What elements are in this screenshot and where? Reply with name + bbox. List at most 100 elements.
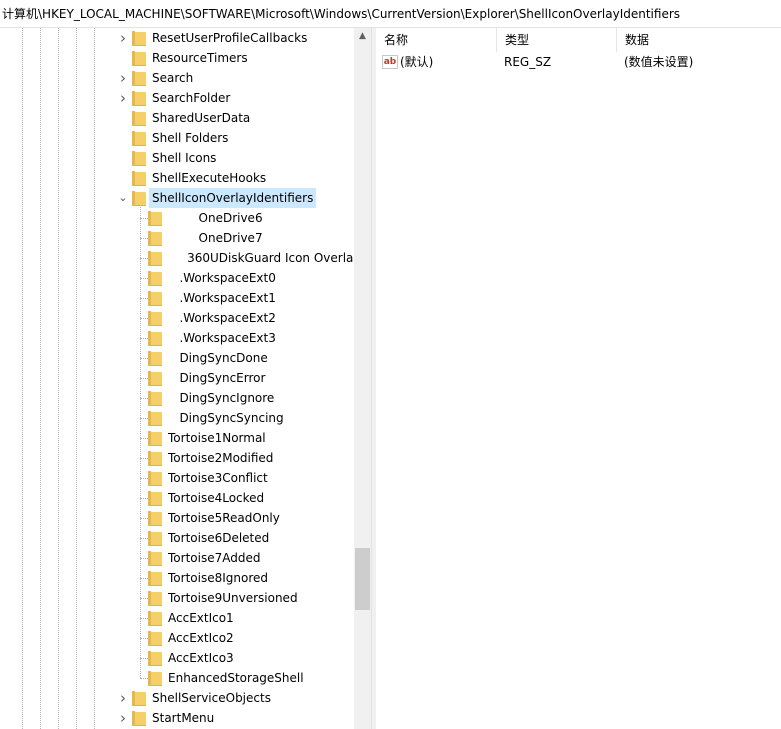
folder-icon bbox=[132, 71, 146, 86]
tree-item[interactable]: .WorkspaceExt1 bbox=[0, 288, 354, 308]
scroll-up-arrow-icon[interactable]: ▲ bbox=[354, 28, 371, 45]
folder-icon bbox=[148, 651, 162, 666]
tree-item[interactable]: OneDrive7 bbox=[0, 228, 354, 248]
tree-item-label: Tortoise7Added bbox=[168, 551, 261, 565]
tree-item-label: ShellServiceObjects bbox=[152, 691, 271, 705]
tree-item-label: Shell Folders bbox=[152, 131, 229, 145]
tree-item-label: SearchFolder bbox=[152, 91, 231, 105]
tree-item[interactable]: DingSyncError bbox=[0, 368, 354, 388]
tree-scrollbar-thumb[interactable] bbox=[355, 548, 370, 610]
tree-item[interactable]: Tortoise3Conflict bbox=[0, 468, 354, 488]
address-path: 计算机\HKEY_LOCAL_MACHINE\SOFTWARE\Microsof… bbox=[2, 7, 681, 21]
tree-item-label: .WorkspaceExt2 bbox=[168, 311, 276, 325]
tree-connector bbox=[140, 438, 148, 439]
folder-icon bbox=[148, 531, 162, 546]
tree-item-label: Tortoise9Unversioned bbox=[168, 591, 298, 605]
tree-item[interactable]: › SearchFolder bbox=[0, 88, 354, 108]
tree-item-label: ShellExecuteHooks bbox=[152, 171, 267, 185]
chevron-down-icon[interactable]: ⌄ bbox=[117, 192, 129, 204]
tree-connector bbox=[140, 398, 148, 399]
tree-connector bbox=[140, 558, 148, 559]
tree-item[interactable]: › ShellServiceObjects bbox=[0, 688, 354, 708]
tree-item-label: Search bbox=[152, 71, 194, 85]
tree-item-label: Tortoise4Locked bbox=[168, 491, 265, 505]
folder-icon bbox=[148, 511, 162, 526]
folder-icon bbox=[148, 371, 162, 386]
tree-item[interactable]: ⌄ ShellIconOverlayIdentifiers bbox=[0, 188, 354, 208]
tree-item[interactable]: › ResetUserProfileCallbacks bbox=[0, 28, 354, 48]
column-header-name[interactable]: 名称 bbox=[376, 28, 497, 52]
tree-item[interactable]: EnhancedStorageShell bbox=[0, 668, 354, 688]
tree-item[interactable]: Tortoise7Added bbox=[0, 548, 354, 568]
tree-connector bbox=[140, 578, 148, 579]
tree-item[interactable]: SharedUserData bbox=[0, 108, 354, 128]
tree-item-label: DingSyncError bbox=[168, 371, 266, 385]
tree-item[interactable]: ResourceTimers bbox=[0, 48, 354, 68]
chevron-right-icon[interactable]: › bbox=[117, 71, 129, 86]
tree-item[interactable]: OneDrive6 bbox=[0, 208, 354, 228]
chevron-right-icon[interactable]: › bbox=[117, 91, 129, 106]
tree-item-label: AccExtIco2 bbox=[168, 631, 234, 645]
tree-item[interactable]: Tortoise8Ignored bbox=[0, 568, 354, 588]
folder-icon bbox=[148, 391, 162, 406]
registry-key-tree[interactable]: › ResetUserProfileCallbacks ResourceTimers… bbox=[0, 28, 371, 729]
chevron-right-icon[interactable]: › bbox=[117, 711, 129, 726]
tree-item[interactable]: ShellExecuteHooks bbox=[0, 168, 354, 188]
folder-icon bbox=[132, 691, 146, 706]
address-bar[interactable]: 计算机\HKEY_LOCAL_MACHINE\SOFTWARE\Microsof… bbox=[0, 0, 781, 28]
tree-item-label: Tortoise8Ignored bbox=[168, 571, 268, 585]
folder-icon bbox=[148, 611, 162, 626]
tree-item-label: Tortoise5ReadOnly bbox=[168, 511, 280, 525]
tree-item-label: EnhancedStorageShell bbox=[168, 671, 304, 685]
folder-icon bbox=[148, 211, 162, 226]
tree-item[interactable]: Tortoise2Modified bbox=[0, 448, 354, 468]
tree-item[interactable]: DingSyncIgnore bbox=[0, 388, 354, 408]
folder-icon bbox=[148, 491, 162, 506]
folder-icon bbox=[148, 331, 162, 346]
tree-item[interactable]: Tortoise6Deleted bbox=[0, 528, 354, 548]
tree-item-label: 360UDiskGuard Icon Overla bbox=[168, 251, 354, 265]
tree-connector bbox=[140, 478, 148, 479]
tree-item[interactable]: Shell Folders bbox=[0, 128, 354, 148]
tree-item[interactable]: AccExtIco3 bbox=[0, 648, 354, 668]
tree-item[interactable]: › StartMenu bbox=[0, 708, 354, 728]
tree-connector bbox=[140, 378, 148, 379]
folder-icon bbox=[148, 471, 162, 486]
tree-item[interactable]: DingSyncSyncing bbox=[0, 408, 354, 428]
tree-scrollbar[interactable] bbox=[354, 28, 371, 729]
tree-item[interactable]: Shell Icons bbox=[0, 148, 354, 168]
value-name: (默认) bbox=[400, 55, 434, 69]
folder-icon bbox=[148, 351, 162, 366]
tree-item[interactable]: › Search bbox=[0, 68, 354, 88]
tree-connector bbox=[140, 358, 148, 359]
column-header-type[interactable]: 类型 bbox=[497, 28, 617, 52]
tree-item[interactable]: Tortoise9Unversioned bbox=[0, 588, 354, 608]
tree-item-label: DingSyncSyncing bbox=[168, 411, 284, 425]
tree-item-label: ResetUserProfileCallbacks bbox=[152, 31, 308, 45]
tree-item-label: ResourceTimers bbox=[152, 51, 248, 65]
value-type: REG_SZ bbox=[504, 55, 552, 69]
column-header-data[interactable]: 数据 bbox=[617, 28, 781, 52]
tree-item[interactable]: .WorkspaceExt2 bbox=[0, 308, 354, 328]
tree-item[interactable]: Tortoise5ReadOnly bbox=[0, 508, 354, 528]
registry-values-list[interactable]: 名称 类型 数据 ab (默认) REG_SZ (数值未设置) bbox=[376, 28, 781, 729]
tree-connector bbox=[140, 258, 148, 259]
tree-item[interactable]: .WorkspaceExt0 bbox=[0, 268, 354, 288]
tree-item[interactable]: Tortoise1Normal bbox=[0, 428, 354, 448]
folder-icon bbox=[148, 271, 162, 286]
tree-item[interactable]: Tortoise4Locked bbox=[0, 488, 354, 508]
folder-icon bbox=[148, 291, 162, 306]
tree-item[interactable]: DingSyncDone bbox=[0, 348, 354, 368]
folder-icon bbox=[132, 151, 146, 166]
tree-connector bbox=[140, 638, 148, 639]
tree-item-label: AccExtIco1 bbox=[168, 611, 234, 625]
tree-connector bbox=[140, 238, 148, 239]
tree-item[interactable]: 360UDiskGuard Icon Overla bbox=[0, 248, 354, 268]
chevron-right-icon[interactable]: › bbox=[117, 691, 129, 706]
tree-item-label: DingSyncIgnore bbox=[168, 391, 275, 405]
tree-item[interactable]: AccExtIco2 bbox=[0, 628, 354, 648]
tree-item[interactable]: .WorkspaceExt3 bbox=[0, 328, 354, 348]
folder-icon bbox=[148, 411, 162, 426]
tree-item[interactable]: AccExtIco1 bbox=[0, 608, 354, 628]
chevron-right-icon[interactable]: › bbox=[117, 31, 129, 46]
